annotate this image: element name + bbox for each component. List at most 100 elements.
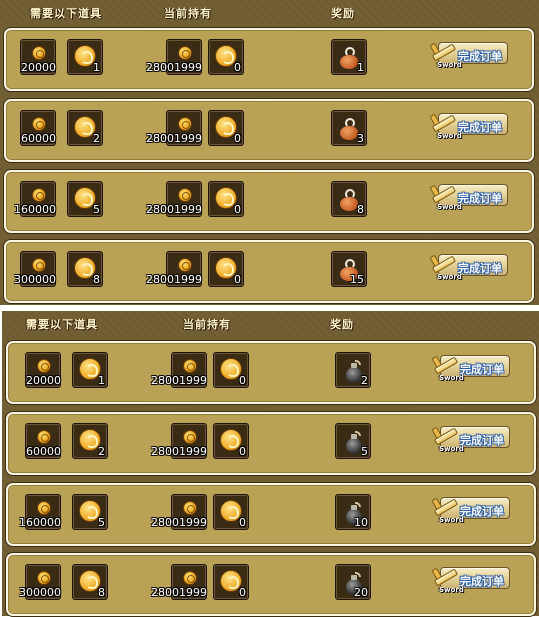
held-coin-slot: 28001999 [146, 251, 202, 287]
reward-qty: 3 [357, 132, 364, 145]
required-medal-slot: 1 [67, 39, 103, 75]
reward-qty: 15 [350, 273, 364, 286]
gold-coin-icon [183, 430, 197, 444]
sword-tag-label: Sword [439, 586, 464, 594]
required-medal-slot: 2 [67, 110, 103, 146]
header-currently-held: 当前持有 [183, 318, 231, 331]
held-coin-slot: 28001999 [151, 494, 207, 530]
required-medal-slot: 5 [67, 181, 103, 217]
order-row: 20000 1 28001999 0 2 完成订单 Sword [6, 341, 536, 404]
header-reward: 奖励 [331, 7, 355, 20]
complete-order-button[interactable]: 完成订单 Sword [430, 422, 512, 456]
held-medal-slot: 0 [213, 423, 249, 459]
held-coin-slot: 28001999 [146, 181, 202, 217]
held-coin-qty: 28001999 [151, 374, 207, 387]
header-required-items: 需要以下道具 [26, 318, 98, 331]
held-medal-slot: 0 [213, 494, 249, 530]
required-coin-qty: 60000 [26, 445, 61, 458]
held-coin-qty: 28001999 [146, 203, 202, 216]
sword-tag-label: Sword [437, 203, 462, 211]
reward-qty: 1 [357, 61, 364, 74]
required-coin-qty: 20000 [26, 374, 61, 387]
required-coin-qty: 300000 [14, 273, 56, 286]
required-coin-qty: 300000 [19, 586, 61, 599]
complete-order-label: 完成订单 [460, 363, 504, 376]
held-medal-qty: 0 [239, 516, 246, 529]
reward-slot: 1 [331, 39, 367, 75]
order-row: 160000 5 28001999 0 8 完成订单 Sword [4, 170, 534, 233]
column-headers: 需要以下道具 当前持有 奖励 [2, 316, 539, 336]
required-coin-qty: 160000 [14, 203, 56, 216]
held-medal-qty: 0 [234, 273, 241, 286]
held-medal-slot: 0 [208, 181, 244, 217]
reward-qty: 8 [357, 203, 364, 216]
reward-slot: 15 [331, 251, 367, 287]
required-medal-qty: 1 [93, 61, 100, 74]
complete-order-label: 完成订单 [460, 575, 504, 588]
gold-coin-icon [37, 501, 51, 515]
held-coin-slot: 28001999 [151, 564, 207, 600]
gold-coin-icon [32, 188, 46, 202]
required-medal-slot: 5 [72, 494, 108, 530]
complete-order-button[interactable]: 完成订单 Sword [428, 109, 510, 143]
required-medal-qty: 1 [98, 374, 105, 387]
sword-tag-label: Sword [439, 445, 464, 453]
complete-order-button[interactable]: 完成订单 Sword [428, 180, 510, 214]
required-coin-slot: 20000 [25, 352, 61, 388]
held-coin-qty: 28001999 [146, 273, 202, 286]
held-coin-qty: 28001999 [146, 132, 202, 145]
held-medal-qty: 0 [234, 132, 241, 145]
held-medal-qty: 0 [234, 61, 241, 74]
held-medal-slot: 0 [213, 564, 249, 600]
held-coin-qty: 28001999 [151, 445, 207, 458]
complete-order-button[interactable]: 完成订单 Sword [428, 38, 510, 72]
complete-order-button[interactable]: 完成订单 Sword [428, 250, 510, 284]
reward-qty: 20 [354, 586, 368, 599]
held-coin-slot: 28001999 [146, 39, 202, 75]
order-row: 160000 5 28001999 0 10 完成订单 Sword [6, 483, 536, 546]
header-currently-held: 当前持有 [164, 7, 212, 20]
held-coin-slot: 28001999 [146, 110, 202, 146]
gold-coin-icon [178, 258, 192, 272]
complete-order-label: 完成订单 [458, 50, 502, 63]
required-coin-qty: 20000 [21, 61, 56, 74]
required-medal-qty: 5 [93, 203, 100, 216]
complete-order-button[interactable]: 完成订单 Sword [430, 563, 512, 597]
gold-coin-icon [178, 188, 192, 202]
order-row: 20000 1 28001999 0 1 完成订单 Sword [4, 28, 534, 91]
order-panel-bomb: 需要以下道具 当前持有 奖励 20000 1 28001999 0 2 完成订单… [2, 311, 539, 616]
gold-coin-icon [183, 359, 197, 373]
order-row: 60000 2 28001999 0 3 完成订单 Sword [4, 99, 534, 162]
held-medal-qty: 0 [239, 374, 246, 387]
held-coin-qty: 28001999 [151, 516, 207, 529]
reward-slot: 2 [335, 352, 371, 388]
required-medal-slot: 1 [72, 352, 108, 388]
sword-tag-label: Sword [437, 61, 462, 69]
reward-slot: 8 [331, 181, 367, 217]
complete-order-button[interactable]: 完成订单 Sword [430, 351, 512, 385]
held-medal-qty: 0 [234, 203, 241, 216]
sword-tag-label: Sword [439, 516, 464, 524]
complete-order-label: 完成订单 [460, 434, 504, 447]
reward-slot: 5 [335, 423, 371, 459]
held-medal-qty: 0 [239, 586, 246, 599]
complete-order-button[interactable]: 完成订单 Sword [430, 493, 512, 527]
held-medal-slot: 0 [213, 352, 249, 388]
order-panel-meat: 需要以下道具 当前持有 奖励 20000 1 28001999 0 1 完成订单… [0, 0, 539, 305]
header-required-items: 需要以下道具 [30, 7, 102, 20]
gold-coin-icon [32, 258, 46, 272]
held-coin-slot: 28001999 [151, 423, 207, 459]
gold-coin-icon [178, 46, 192, 60]
complete-order-label: 完成订单 [460, 505, 504, 518]
required-coin-slot: 60000 [25, 423, 61, 459]
header-reward: 奖励 [330, 318, 354, 331]
gold-coin-icon [37, 359, 51, 373]
reward-slot: 20 [335, 564, 371, 600]
held-coin-qty: 28001999 [151, 586, 207, 599]
held-coin-qty: 28001999 [146, 61, 202, 74]
required-medal-slot: 2 [72, 423, 108, 459]
required-medal-qty: 8 [93, 273, 100, 286]
order-row: 300000 8 28001999 0 20 完成订单 Sword [6, 553, 536, 616]
required-coin-slot: 160000 [19, 494, 61, 530]
held-coin-slot: 28001999 [151, 352, 207, 388]
